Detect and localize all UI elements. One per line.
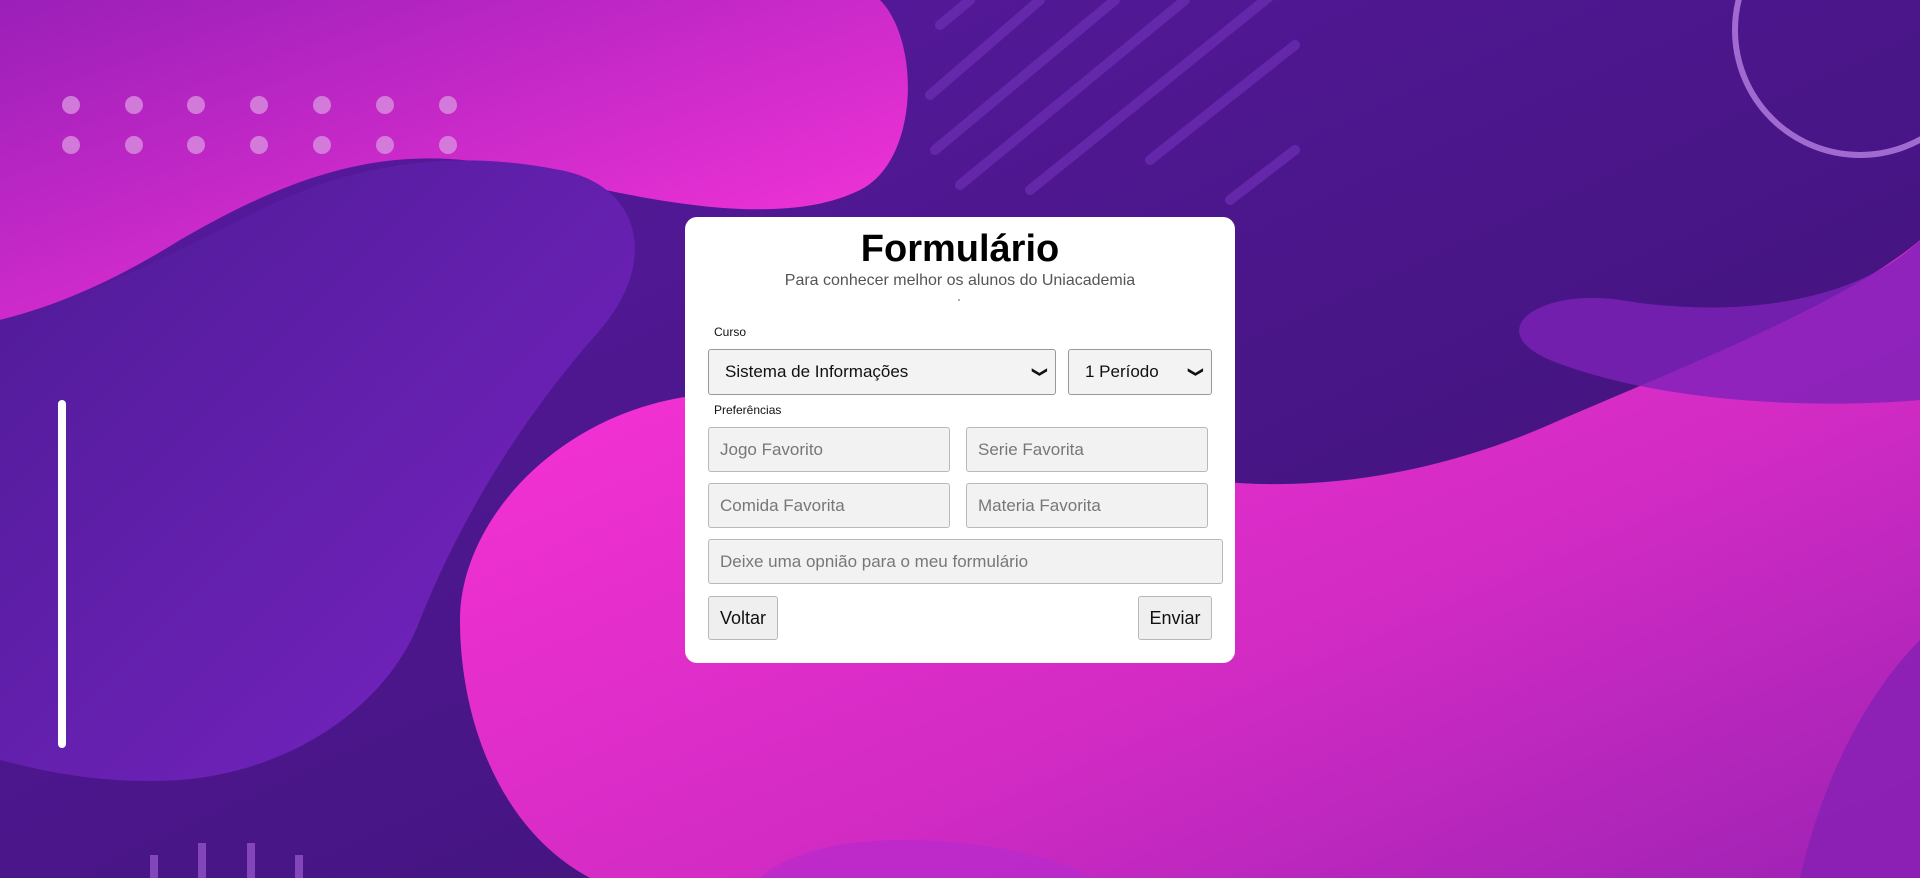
comida-favorita-input[interactable]: Comida Favorita	[708, 483, 950, 528]
jogo-favorito-input[interactable]: Jogo Favorito	[708, 427, 950, 472]
voltar-button[interactable]: Voltar	[708, 596, 778, 640]
preferencias-label: Preferências	[714, 403, 782, 417]
materia-favorita-input[interactable]: Materia Favorita	[966, 483, 1208, 528]
enviar-button[interactable]: Enviar	[1138, 596, 1212, 640]
curso-select[interactable]: Sistema de Informações ❯	[708, 349, 1056, 395]
curso-select-value: Sistema de Informações	[725, 362, 909, 381]
form-card: Formulário Para conhecer melhor os aluno…	[685, 217, 1235, 663]
serie-favorita-input[interactable]: Serie Favorita	[966, 427, 1208, 472]
form-title: Formulário	[860, 228, 1060, 270]
chevron-down-icon: ❯	[1188, 366, 1206, 378]
divider-dot	[958, 299, 960, 301]
periodo-select[interactable]: 1 Período ❯	[1068, 349, 1212, 395]
form-subtitle: Para conhecer melhor os alunos do Uniaca…	[784, 272, 1136, 289]
chevron-down-icon: ❯	[1032, 366, 1050, 378]
periodo-select-value: 1 Período	[1085, 362, 1159, 381]
opiniao-input[interactable]: Deixe uma opnião para o meu formulário	[708, 539, 1223, 584]
curso-label: Curso	[714, 325, 747, 339]
